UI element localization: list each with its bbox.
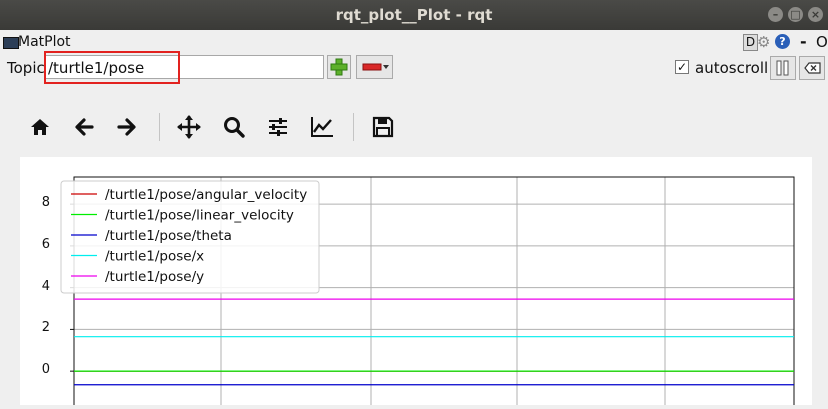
- toolbar-separator: [353, 113, 354, 141]
- edit-curves-icon[interactable]: [308, 113, 336, 141]
- subplot-config-icon[interactable]: [264, 113, 292, 141]
- plot-canvas[interactable]: /turtle1/pose/angular_velocity/turtle1/p…: [20, 157, 812, 409]
- back-arrow-icon[interactable]: [70, 113, 98, 141]
- close-window-icon[interactable]: ×: [808, 7, 823, 22]
- legend-label: /turtle1/pose/theta: [105, 228, 232, 244]
- save-icon[interactable]: [369, 113, 397, 141]
- minimize-plugin-button[interactable]: -: [800, 32, 807, 51]
- matplot-plugin-icon: [3, 37, 19, 49]
- legend-label: /turtle1/pose/y: [105, 269, 204, 285]
- add-topic-button[interactable]: [327, 55, 351, 79]
- plot-svg[interactable]: /turtle1/pose/angular_velocity/turtle1/p…: [20, 157, 812, 409]
- y-tick-label: 2: [41, 320, 50, 336]
- plus-icon: [330, 58, 348, 76]
- maximize-window-icon[interactable]: □: [788, 7, 803, 22]
- legend-label: /turtle1/pose/angular_velocity: [105, 187, 307, 203]
- zoom-icon[interactable]: [220, 113, 248, 141]
- legend-label: /turtle1/pose/x: [105, 249, 204, 265]
- forward-arrow-icon[interactable]: [113, 113, 141, 141]
- highlight-box: [44, 51, 180, 84]
- minus-icon: [362, 63, 389, 71]
- y-tick-label: 4: [41, 278, 50, 294]
- clear-button[interactable]: [799, 56, 825, 80]
- legend-label: /turtle1/pose/linear_velocity: [105, 208, 294, 224]
- topic-label: Topic: [7, 59, 45, 77]
- remove-topic-dropdown[interactable]: [356, 55, 393, 79]
- window-titlebar: rqt_plot__Plot - rqt – □ ×: [0, 0, 828, 30]
- autoscroll-checkbox[interactable]: ✓: [675, 60, 689, 74]
- home-icon[interactable]: [26, 113, 54, 141]
- d-button[interactable]: D: [743, 34, 758, 51]
- window-title: rqt_plot__Plot - rqt: [335, 6, 493, 24]
- close-plugin-button[interactable]: O: [816, 33, 828, 51]
- gear-icon[interactable]: ⚙: [757, 33, 770, 51]
- pause-icon: [776, 60, 789, 76]
- pan-icon[interactable]: [175, 113, 203, 141]
- autoscroll-label: autoscroll: [695, 59, 769, 77]
- y-tick-label: 6: [41, 236, 50, 252]
- y-tick-label: 0: [41, 362, 50, 378]
- minimize-window-icon[interactable]: –: [768, 7, 783, 22]
- plugin-name: MatPlot: [18, 34, 71, 50]
- pause-button[interactable]: [770, 56, 796, 80]
- help-icon[interactable]: ?: [775, 34, 790, 49]
- y-tick-label: 8: [41, 195, 50, 211]
- clear-icon: [804, 62, 821, 74]
- toolbar-separator: [159, 113, 160, 141]
